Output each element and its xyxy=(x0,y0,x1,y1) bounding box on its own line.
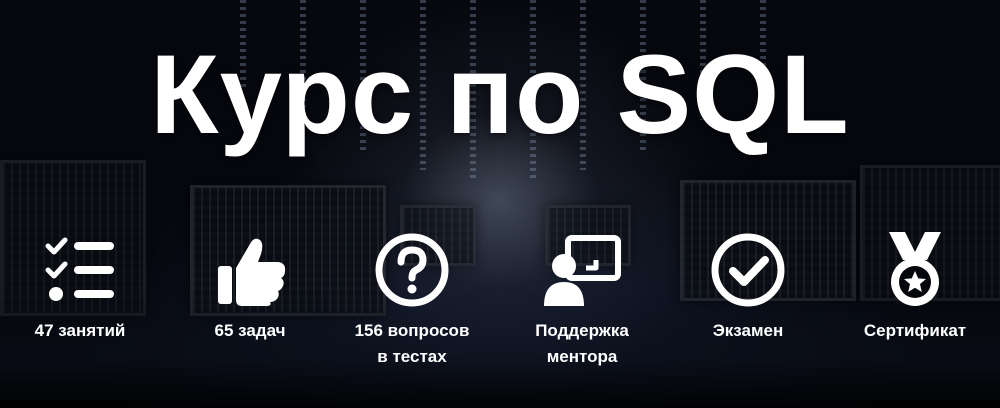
checklist-icon xyxy=(45,237,114,301)
feature-label: Поддержка xyxy=(535,321,629,340)
question-circle-icon xyxy=(375,233,449,307)
feature-label: 65 задач xyxy=(214,321,286,340)
features-row: 47 занятий 65 задач 156 вопросов в теста… xyxy=(0,230,1000,380)
feature-label-line2: ментора xyxy=(546,347,618,366)
course-banner: Курс по SQL 47 занятий 65 задач 156 вопр… xyxy=(0,0,1000,408)
feature-mentor-support: Поддержка ментора xyxy=(502,230,662,370)
feature-tasks: 65 задач xyxy=(170,230,330,344)
check-circle-icon xyxy=(711,233,785,307)
feature-label-line2: в тестах xyxy=(377,347,447,366)
feature-label: 47 занятий xyxy=(34,321,126,340)
thumbs-up-icon xyxy=(218,238,286,306)
feature-label: Экзамен xyxy=(712,321,784,340)
feature-label: 156 вопросов xyxy=(354,321,470,340)
feature-certificate: Сертификат xyxy=(835,230,995,344)
feature-test-questions: 156 вопросов в тестах xyxy=(332,230,492,370)
mentor-support-icon xyxy=(544,235,621,306)
feature-label: Сертификат xyxy=(863,321,967,340)
page-title: Курс по SQL xyxy=(150,32,850,157)
feature-lessons: 47 занятий xyxy=(0,230,160,344)
medal-icon xyxy=(889,232,941,306)
feature-exam: Экзамен xyxy=(668,230,828,344)
